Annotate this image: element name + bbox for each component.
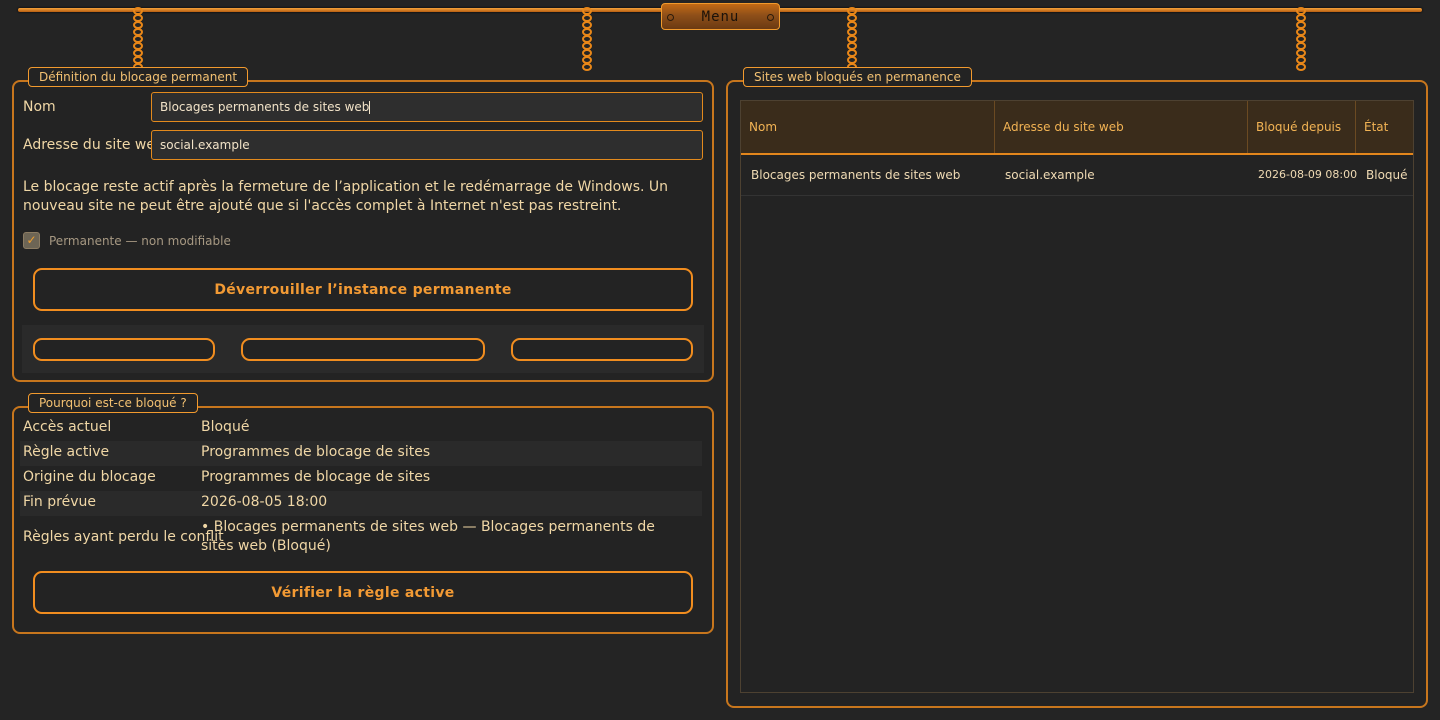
blocked-sites-legend: Sites web bloqués en permanence (743, 67, 972, 87)
name-value: Blocages permanents de sites web (160, 100, 370, 114)
info-key: Accès actuel (23, 419, 112, 435)
chain-link-icon (582, 63, 592, 71)
name-field[interactable]: Blocages permanents de sites web (151, 92, 703, 122)
info-value: Programmes de blocage de sites (201, 444, 431, 460)
table-header: Nom Adresse du site web Bloqué depuis Ét… (741, 101, 1413, 155)
info-key: Fin prévue (23, 494, 96, 510)
why-blocked-legend: Pourquoi est-ce bloqué ? (28, 393, 198, 413)
text-cursor (369, 101, 371, 114)
chain-decoration (580, 7, 594, 78)
info-row: Accès actuel Bloqué (20, 416, 702, 441)
address-label: Adresse du site web (23, 137, 164, 153)
address-field[interactable]: social.example (151, 130, 703, 160)
chain-link-icon (1296, 63, 1306, 71)
action-button-2[interactable] (241, 338, 485, 361)
action-button-3[interactable] (511, 338, 693, 361)
action-button-1[interactable] (33, 338, 215, 361)
info-key: Origine du blocage (23, 469, 156, 485)
rivet-icon (667, 14, 674, 21)
cell-address: social.example (1005, 168, 1095, 182)
info-row: Règle active Programmes de blocage de si… (20, 441, 702, 466)
unlock-permanent-button[interactable]: Déverrouiller l’instance permanente (33, 268, 693, 311)
cell-state: Bloqué (1366, 168, 1408, 182)
permanent-checkbox: ✓ (23, 232, 40, 249)
chain-decoration (1294, 7, 1308, 78)
info-row: Fin prévue 2026-08-05 18:00 (20, 491, 702, 516)
info-row: Origine du blocage Programmes de blocage… (20, 466, 702, 491)
column-header-address[interactable]: Adresse du site web (995, 101, 1248, 153)
address-value: social.example (160, 138, 250, 152)
info-key: Règle active (23, 444, 110, 460)
info-key: Règles ayant perdu le conflit (23, 529, 224, 545)
table-row[interactable]: Blocages permanents de sites web social.… (741, 155, 1413, 196)
permanence-note: Le blocage reste actif après la fermetur… (23, 179, 669, 214)
verify-active-rule-button[interactable]: Vérifier la règle active (33, 571, 693, 614)
unlock-permanent-label: Déverrouiller l’instance permanente (214, 281, 512, 298)
column-header-blocked-since[interactable]: Bloqué depuis (1248, 101, 1356, 153)
info-value: Bloqué (201, 419, 250, 435)
info-value: Programmes de blocage de sites (201, 469, 431, 485)
info-row-lost-rules: Règles ayant perdu le conflit • Blocages… (20, 516, 702, 560)
menu-label: Menu (701, 8, 740, 25)
column-header-name[interactable]: Nom (741, 101, 995, 153)
verify-active-rule-label: Vérifier la règle active (271, 584, 455, 601)
cell-blocked-since: 2026-08-09 08:00 (1258, 168, 1358, 181)
definition-legend: Définition du blocage permanent (28, 67, 249, 87)
blocked-sites-table: Nom Adresse du site web Bloqué depuis Ét… (740, 100, 1414, 693)
info-value: • Blocages permanents de sites web — Blo… (201, 519, 655, 554)
rivet-icon (767, 14, 774, 21)
column-header-state[interactable]: État (1356, 101, 1413, 153)
name-label: Nom (23, 99, 56, 115)
permanent-label: Permanente — non modifiable (49, 234, 231, 248)
menu-button[interactable]: Menu (661, 3, 780, 30)
cell-name: Blocages permanents de sites web (751, 168, 961, 182)
info-value: 2026-08-05 18:00 (201, 494, 328, 510)
